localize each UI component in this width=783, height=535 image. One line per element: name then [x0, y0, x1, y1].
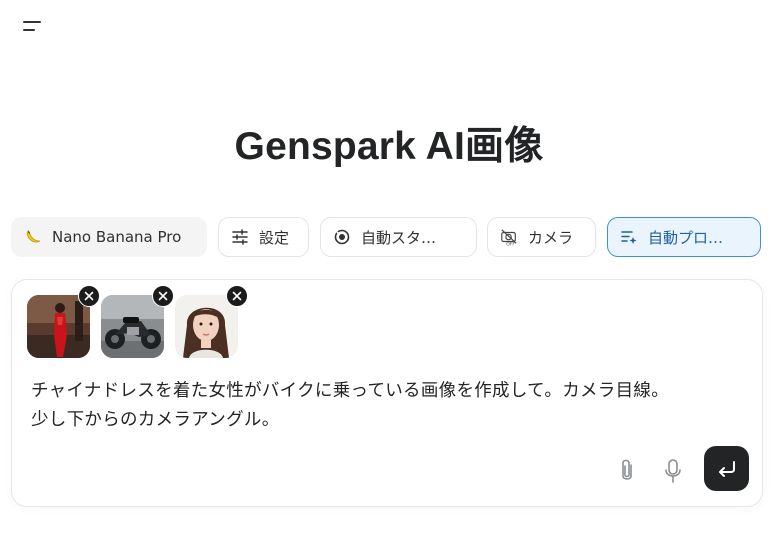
prompt-input[interactable]: チャイナドレスを着た女性がバイクに乗っている画像を作成して。カメラ目線。 少し下… — [31, 377, 751, 435]
camera-off-icon: OFF — [500, 228, 518, 247]
settings-label: 設定 — [259, 228, 290, 247]
auto-prompt-button[interactable]: 自動プロ… — [607, 217, 761, 257]
hamburger-menu-icon[interactable] — [22, 17, 46, 37]
woman-portrait-image — [175, 295, 238, 358]
remove-attachment-button[interactable] — [226, 285, 248, 307]
attachment-thumbnail[interactable] — [101, 285, 174, 358]
auto-style-icon — [333, 228, 351, 246]
remove-attachment-button[interactable] — [78, 285, 100, 307]
style-selector-button[interactable]: 自動スタ… — [320, 217, 477, 257]
settings-button[interactable]: 設定 — [218, 217, 309, 257]
send-button[interactable] — [704, 446, 749, 491]
microphone-icon[interactable] — [662, 457, 684, 485]
prompt-line: チャイナドレスを着た女性がバイクに乗っている画像を作成して。カメラ目線。 — [31, 381, 669, 401]
auto-prompt-label: 自動プロ… — [648, 228, 724, 247]
auto-prompt-icon — [620, 228, 638, 246]
motorcycle-image — [101, 295, 164, 358]
camera-button[interactable]: OFF カメラ — [487, 217, 596, 257]
prompt-composer: チャイナドレスを着た女性がバイクに乗っている画像を作成して。カメラ目線。 少し下… — [11, 279, 763, 507]
woman-in-red-qipao-image — [27, 295, 90, 358]
banana-icon — [24, 228, 42, 246]
enter-arrow-icon — [718, 460, 735, 477]
camera-label: カメラ — [528, 228, 574, 247]
style-label: 自動スタ… — [361, 228, 437, 247]
svg-text:OFF: OFF — [506, 242, 515, 247]
attachment-thumbnail[interactable] — [175, 285, 248, 358]
attachment-thumbnail[interactable] — [27, 285, 100, 358]
page-title: Genspark AI画像 — [234, 125, 544, 168]
remove-attachment-button[interactable] — [152, 285, 174, 307]
model-label: Nano Banana Pro — [52, 228, 182, 246]
sliders-icon — [231, 228, 249, 246]
paperclip-icon[interactable] — [616, 457, 638, 485]
model-selector-button[interactable]: Nano Banana Pro — [11, 217, 207, 257]
prompt-line: 少し下からのカメラアングル。 — [31, 410, 280, 430]
